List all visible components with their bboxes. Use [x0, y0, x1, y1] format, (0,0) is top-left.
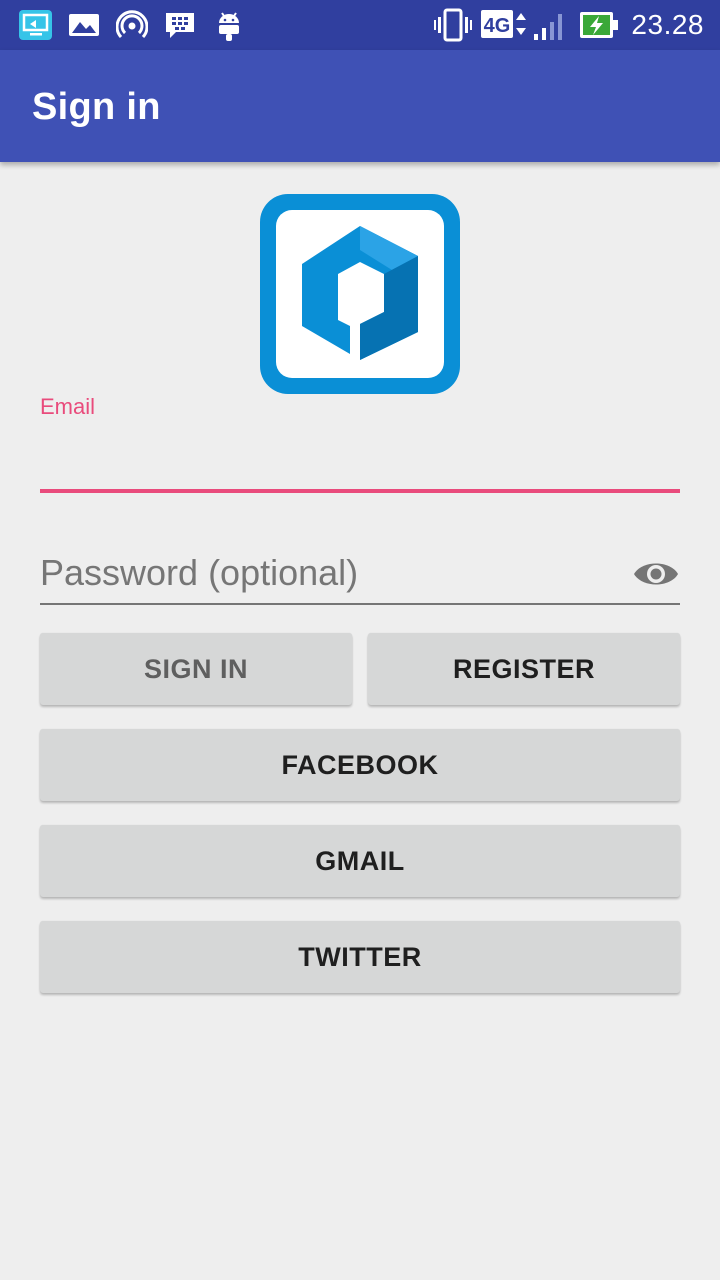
gmail-button[interactable]: GMAIL — [40, 825, 680, 897]
gallery-icon — [69, 14, 99, 36]
screen-share-icon — [19, 10, 52, 40]
email-field[interactable] — [40, 430, 680, 486]
battery-charging-icon — [580, 12, 618, 38]
password-field[interactable] — [40, 546, 620, 600]
app-bar: Sign in — [0, 50, 720, 162]
email-label: Email — [40, 394, 96, 419]
hotspot-icon — [116, 10, 148, 39]
eye-icon[interactable] — [632, 556, 680, 592]
network-4g-icon: 4G — [481, 10, 526, 38]
sign-in-button[interactable]: SIGN IN — [40, 633, 352, 705]
app-logo-cube-icon — [260, 194, 460, 394]
status-bar: 4G 23.28 — [0, 0, 720, 50]
signal-icon — [534, 14, 562, 40]
facebook-button[interactable]: FACEBOOK — [40, 729, 680, 801]
page-title: Sign in — [32, 86, 161, 128]
email-underline — [40, 489, 680, 493]
status-time: 23.28 — [631, 9, 704, 40]
bbm-icon — [166, 13, 194, 38]
vibrate-icon — [434, 8, 472, 42]
android-icon — [219, 12, 239, 41]
svg-text:4G: 4G — [484, 15, 511, 37]
register-button[interactable]: REGISTER — [368, 633, 680, 705]
password-underline — [40, 603, 680, 605]
twitter-button[interactable]: TWITTER — [40, 921, 680, 993]
